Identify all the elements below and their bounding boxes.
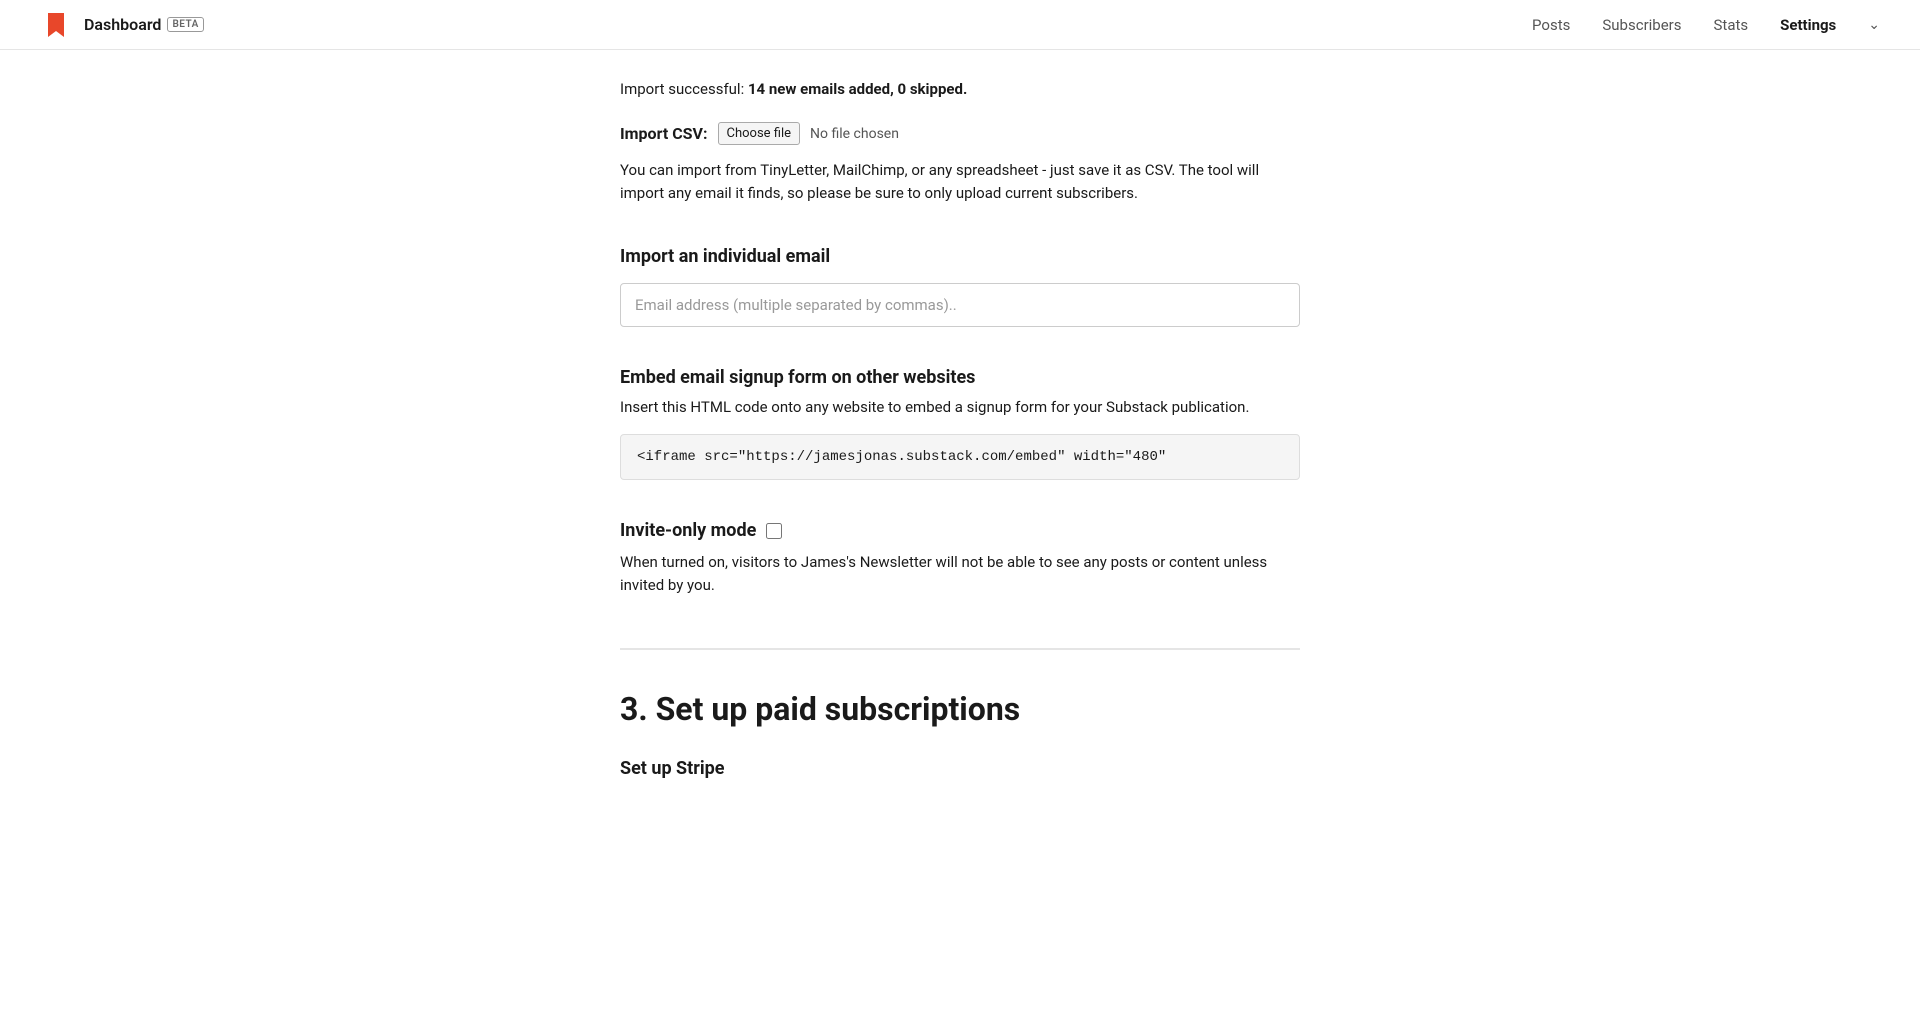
nav-subscribers[interactable]: Subscribers <box>1602 16 1681 34</box>
nav-stats[interactable]: Stats <box>1714 16 1749 34</box>
main-content: Import successful: 14 new emails added, … <box>580 0 1340 839</box>
import-individual-section: Import an individual email <box>620 246 1300 367</box>
embed-section: Embed email signup form on other website… <box>620 367 1300 481</box>
embed-title: Embed email signup form on other website… <box>620 367 1300 388</box>
nav-posts[interactable]: Posts <box>1532 16 1570 34</box>
header-left: Dashboard BETA <box>40 9 204 41</box>
import-csv-description: You can import from TinyLetter, MailChim… <box>620 159 1300 206</box>
nav-settings[interactable]: Settings <box>1780 16 1836 34</box>
brand-name: Dashboard <box>84 15 161 34</box>
section-3-title: 3. Set up paid subscriptions <box>620 690 1300 728</box>
brand-title: Dashboard BETA <box>84 15 204 34</box>
no-file-text: No file chosen <box>810 126 899 142</box>
header: Dashboard BETA Posts Subscribers Stats S… <box>0 0 1920 50</box>
beta-badge: BETA <box>167 17 203 32</box>
embed-code-block[interactable]: <iframe src="https://jamesjonas.substack… <box>620 434 1300 480</box>
invite-only-description: When turned on, visitors to James's News… <box>620 551 1300 598</box>
setup-stripe-title: Set up Stripe <box>620 758 1300 779</box>
logo-icon <box>40 9 72 41</box>
invite-only-header: Invite-only mode <box>620 520 1300 541</box>
email-input[interactable] <box>620 283 1300 327</box>
import-csv-row: Import CSV: Choose file No file chosen <box>620 122 1300 145</box>
import-individual-title: Import an individual email <box>620 246 1300 267</box>
invite-only-checkbox[interactable] <box>766 523 782 539</box>
chevron-down-icon: ⌄ <box>1868 17 1880 33</box>
import-success-bold: 14 new emails added, 0 skipped. <box>748 80 967 98</box>
header-nav: Posts Subscribers Stats Settings ⌄ <box>1532 16 1880 34</box>
import-csv-label: Import CSV: <box>620 124 708 143</box>
invite-only-section: Invite-only mode When turned on, visitor… <box>620 520 1300 598</box>
choose-file-button[interactable]: Choose file <box>718 122 801 145</box>
section-3: 3. Set up paid subscriptions Set up Stri… <box>620 648 1300 779</box>
invite-only-title: Invite-only mode <box>620 520 756 541</box>
import-success-message: Import successful: 14 new emails added, … <box>620 80 1300 98</box>
embed-description: Insert this HTML code onto any website t… <box>620 396 1300 419</box>
